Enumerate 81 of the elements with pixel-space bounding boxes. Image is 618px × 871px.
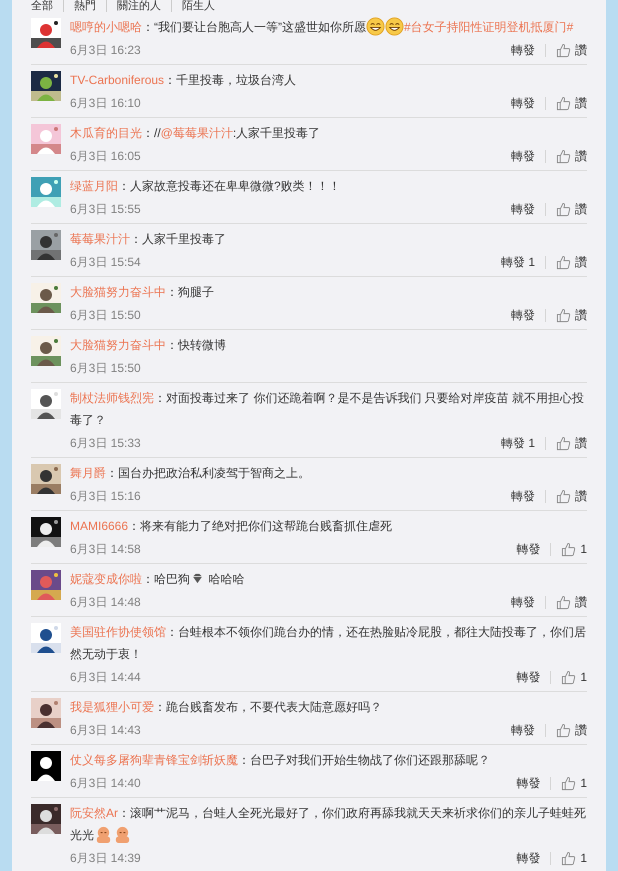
repost-button[interactable]: 轉發 [511, 306, 535, 324]
comment-text: 妮蔻变成你啦：哈巴狗 哈哈哈 [70, 571, 246, 588]
thumbs-up-icon [556, 254, 571, 270]
comment-text: 仗义每多屠狗辈青锋宝剑斩妖魔：台巴子对我们开始生物战了你们还跟那舔呢？ [70, 752, 491, 769]
repost-button[interactable]: 轉發 [511, 593, 535, 611]
filter-tab[interactable]: 陌生人 [171, 0, 225, 12]
repost-button[interactable]: 轉發 [511, 721, 535, 739]
comment-time: 6月3日 15:16 [70, 488, 141, 505]
repost-button[interactable]: 轉發 [511, 200, 535, 218]
repost-button[interactable]: 轉發 [511, 41, 535, 59]
thumbs-up-icon [556, 42, 571, 58]
comment-time: 6月3日 14:40 [70, 775, 141, 792]
comment-time: 6月3日 16:10 [70, 95, 141, 112]
like-button[interactable]: 1 [561, 668, 587, 686]
comment-time: 6月3日 16:05 [70, 148, 141, 165]
thumbs-up-icon [556, 96, 571, 110]
like-button[interactable]: 1 [561, 774, 587, 792]
like-button[interactable]: 讚 [556, 147, 587, 165]
thumbs-up-icon [556, 594, 571, 610]
like-button[interactable]: 讚 [556, 253, 587, 271]
comment-text: 嗯哼的小嗯哈：“我们要让台胞高人一等”这盛世如你所愿 #台女子持阳性证明登机抵厦门# [70, 16, 587, 38]
repost-button[interactable]: 轉發 [511, 94, 535, 112]
comment-time: 6月3日 15:54 [70, 254, 141, 271]
thumbs-up-icon [561, 776, 576, 790]
comment-time: 6月3日 16:23 [70, 42, 141, 59]
like-button[interactable]: 讚 [556, 434, 587, 452]
filter-tab[interactable]: 全部 [31, 0, 63, 12]
baby-icon [94, 825, 113, 844]
comment-text: 大脸猫努力奋斗中：狗腿子 [70, 284, 215, 301]
smiley-icon [366, 17, 385, 36]
thumbs-up-icon [556, 148, 571, 164]
repost-button[interactable]: 轉發 [511, 487, 535, 505]
comment-time: 6月3日 14:43 [70, 722, 141, 739]
like-button[interactable]: 1 [561, 849, 587, 867]
thumbs-up-icon [556, 488, 571, 504]
filter-tab[interactable]: 關注的人 [106, 0, 171, 12]
comment-text: TV-Carboniferous：千里投毒，垃圾台湾人 [70, 72, 298, 89]
repost-button[interactable]: 轉發 [516, 668, 540, 686]
comment-time: 6月3日 15:55 [70, 201, 141, 218]
like-button[interactable]: 讚 [556, 593, 587, 611]
thumbs-up-icon [556, 436, 571, 450]
comment-text: 莓莓果汁汁：人家千里投毒了 [70, 231, 227, 248]
repost-button[interactable]: 轉發 [516, 849, 540, 867]
comment-time: 6月3日 14:44 [70, 669, 141, 686]
thumbs-up-icon [556, 202, 571, 216]
comment-text: 美国驻作协使领馆：台蛙根本不领你们跪台办的情，还在热脸贴冷屁股，都往大陆投毒了，你们居然无动于衷！ [70, 624, 587, 663]
comment-time: 6月3日 15:50 [70, 360, 141, 377]
smiley-icon [385, 17, 404, 36]
like-button[interactable]: 讚 [556, 721, 587, 739]
comment-text: 阮安然Ar：滚啊艹泥马，台蛙人全死光最好了，你们政府再舔我就天天来祈求你们的亲儿子蛙蛙死光光 [70, 805, 587, 846]
comment-text: 绿蓝月阳：人家故意投毒还在卑卑微微?败类！！！ [70, 178, 342, 195]
comment-time: 6月3日 15:33 [70, 435, 141, 452]
baby-icon [113, 825, 132, 844]
comment-text: MAMI6666：将来有能力了绝对把你们这帮跪台贱畜抓住虐死 [70, 518, 394, 535]
repost-button[interactable]: 轉發 1 [500, 253, 535, 271]
comment-text: 制杖法师钱烈宪：对面投毒过来了 你们还跪着啊？是不是告诉我们 只要给对岸疫苗 就不用担心投毒了？ [70, 390, 586, 429]
thumbs-up-icon [561, 850, 576, 866]
comment-text: 木瓜育的目光：//@莓莓果汁汁:人家千里投毒了 [70, 125, 322, 142]
filter-tab[interactable]: 熱門 [63, 0, 106, 12]
gem-icon [192, 573, 203, 584]
thumbs-up-icon [561, 542, 576, 556]
like-button[interactable]: 讚 [556, 41, 587, 59]
comment-text: 我是狐狸小可爱：跪台贱畜发布，不要代表大陆意愿好吗？ [70, 699, 383, 716]
comment-time: 6月3日 15:50 [70, 307, 141, 324]
like-button[interactable]: 讚 [556, 306, 587, 324]
repost-button[interactable]: 轉發 [516, 540, 540, 558]
comment-text: 舞月爵：国台办把政治私利凌驾于智商之上。 [70, 465, 311, 482]
like-button[interactable]: 讚 [556, 487, 587, 505]
comment-text: 大脸猫努力奋斗中：快转微博 [70, 337, 227, 354]
like-button[interactable]: 讚 [556, 200, 587, 218]
repost-button[interactable]: 轉發 1 [500, 434, 535, 452]
like-button[interactable]: 1 [561, 540, 587, 558]
comment-time: 6月3日 14:58 [70, 541, 141, 558]
thumbs-up-icon [561, 670, 576, 684]
repost-button[interactable]: 轉發 [511, 147, 535, 165]
thumbs-up-icon [556, 308, 571, 322]
thumbs-up-icon [556, 722, 571, 738]
comment-time: 6月3日 14:39 [70, 850, 141, 867]
comment-time: 6月3日 14:48 [70, 594, 141, 611]
like-button[interactable]: 讚 [556, 94, 587, 112]
repost-button[interactable]: 轉發 [516, 774, 540, 792]
